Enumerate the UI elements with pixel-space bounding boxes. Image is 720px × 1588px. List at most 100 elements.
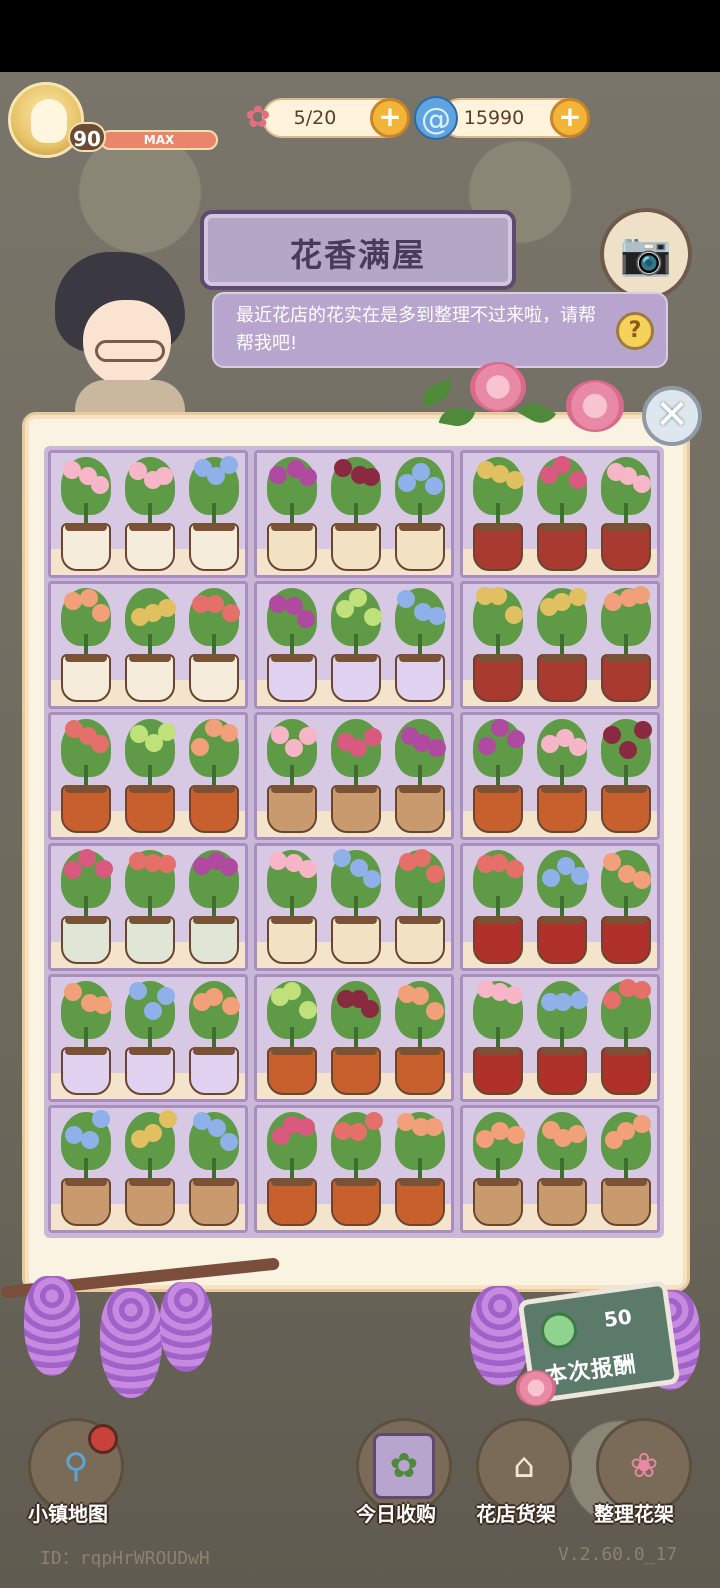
potted-flower-icon[interactable] [185,584,243,702]
flower-shelf-slot[interactable] [460,581,660,709]
potted-flower-icon[interactable] [469,977,527,1095]
potted-flower-icon[interactable] [263,715,321,833]
flower-shelf-slot[interactable] [254,843,454,971]
potted-flower-icon[interactable] [469,715,527,833]
potted-flower-icon[interactable] [121,584,179,702]
potted-flower-icon[interactable] [263,846,321,964]
flower-shelf-slot[interactable] [254,974,454,1102]
potted-flower-icon[interactable] [391,715,449,833]
potted-flower-icon[interactable] [327,846,385,964]
potted-flower-icon[interactable] [469,1108,527,1226]
potted-flower-icon[interactable] [597,453,655,571]
rose-decoration-icon [516,1370,556,1406]
potted-flower-icon[interactable] [185,846,243,964]
potted-flower-icon[interactable] [597,977,655,1095]
potted-flower-icon[interactable] [57,584,115,702]
potted-flower-icon[interactable] [57,715,115,833]
potted-flower-icon[interactable] [391,453,449,571]
potted-flower-icon[interactable] [121,1108,179,1226]
flower-shelf-slot[interactable] [460,450,660,578]
potted-flower-icon[interactable] [57,453,115,571]
potted-flower-icon[interactable] [185,715,243,833]
level-badge: 90 [68,122,106,152]
flower-shelf-slot[interactable] [254,581,454,709]
currency-counter: 15990 + [440,98,590,138]
rose-decoration-icon [470,362,526,412]
potted-flower-icon[interactable] [391,977,449,1095]
potted-flower-icon[interactable] [327,453,385,571]
potted-flower-icon[interactable] [327,715,385,833]
camera-button[interactable]: 📷 [600,208,692,300]
player-id: ID：rqpHrWROUDwH [40,1548,210,1569]
potted-flower-icon[interactable] [327,584,385,702]
potted-flower-icon[interactable] [533,977,591,1095]
potted-flower-icon[interactable] [469,584,527,702]
potted-flower-icon[interactable] [185,977,243,1095]
potted-flower-icon[interactable] [263,977,321,1095]
camera-icon: 📷 [619,229,673,278]
purchase-board-icon: ✿ [373,1433,435,1499]
notification-badge [88,1424,118,1454]
flower-shelf-icon: ❀ [629,1446,659,1486]
bunny-avatar-icon [31,99,67,143]
flower-shelf-slot[interactable] [48,974,248,1102]
potted-flower-icon[interactable] [533,584,591,702]
flower-shelf-slot[interactable] [254,1105,454,1233]
potted-flower-icon[interactable] [327,1108,385,1226]
flower-shelf-slot[interactable] [48,581,248,709]
potted-flower-icon[interactable] [327,977,385,1095]
flower-shelf-slot[interactable] [48,843,248,971]
potted-flower-icon[interactable] [57,1108,115,1226]
potted-flower-icon[interactable] [597,846,655,964]
potted-flower-icon[interactable] [185,1108,243,1226]
potted-flower-icon[interactable] [263,584,321,702]
potted-flower-icon[interactable] [121,453,179,571]
wisteria-icon [24,1276,80,1376]
potted-flower-icon[interactable] [533,1108,591,1226]
wisteria-icon [160,1282,212,1372]
reward-amount: 50 [602,1304,634,1332]
flower-shelf-slot[interactable] [48,712,248,840]
potted-flower-icon[interactable] [469,846,527,964]
potted-flower-icon[interactable] [57,846,115,964]
town-map-label: 小镇地图 [28,1502,108,1526]
potted-flower-icon[interactable] [121,715,179,833]
potted-flower-icon[interactable] [469,453,527,571]
potted-flower-icon[interactable] [597,715,655,833]
potted-flower-icon[interactable] [263,1108,321,1226]
potted-flower-icon[interactable] [263,453,321,571]
add-currency-button[interactable]: + [550,98,590,138]
status-bar [0,0,720,72]
flower-shelf-slot[interactable] [48,1105,248,1233]
potted-flower-icon[interactable] [391,584,449,702]
speech-bubble: 最近花店的花实在是多到整理不过来啦，请帮帮我吧! ? [212,292,668,368]
add-flower-button[interactable]: + [370,98,410,138]
potted-flower-icon[interactable] [185,453,243,571]
potted-flower-icon[interactable] [57,977,115,1095]
potted-flower-icon[interactable] [597,584,655,702]
potted-flower-icon[interactable] [121,977,179,1095]
flower-shelf-slot[interactable] [460,1105,660,1233]
flower-shelf-slot[interactable] [460,712,660,840]
flower-shelf-slot[interactable] [254,450,454,578]
xp-label: MAX [143,133,175,147]
arrange-shelf-label: 整理花架 [594,1502,674,1526]
potted-flower-icon[interactable] [121,846,179,964]
dialog-text: 最近花店的花实在是多到整理不过来啦，请帮帮我吧! [236,305,596,354]
title-sign: 花香满屋 [200,210,516,290]
close-button[interactable]: ✕ [642,386,702,446]
potted-flower-icon[interactable] [391,846,449,964]
potted-flower-icon[interactable] [391,1108,449,1226]
flower-shelf-slot[interactable] [254,712,454,840]
flower-shelf-slot[interactable] [460,843,660,971]
potted-flower-icon[interactable] [533,453,591,571]
potted-flower-icon[interactable] [533,846,591,964]
page-title: 花香满屋 [289,236,426,274]
shop-stall-icon: ⌂ [513,1446,535,1486]
potted-flower-icon[interactable] [533,715,591,833]
flower-shelf-slot[interactable] [460,974,660,1102]
help-button[interactable]: ? [616,312,654,350]
clover-coin-icon [538,1310,580,1351]
potted-flower-icon[interactable] [597,1108,655,1226]
flower-shelf-slot[interactable] [48,450,248,578]
